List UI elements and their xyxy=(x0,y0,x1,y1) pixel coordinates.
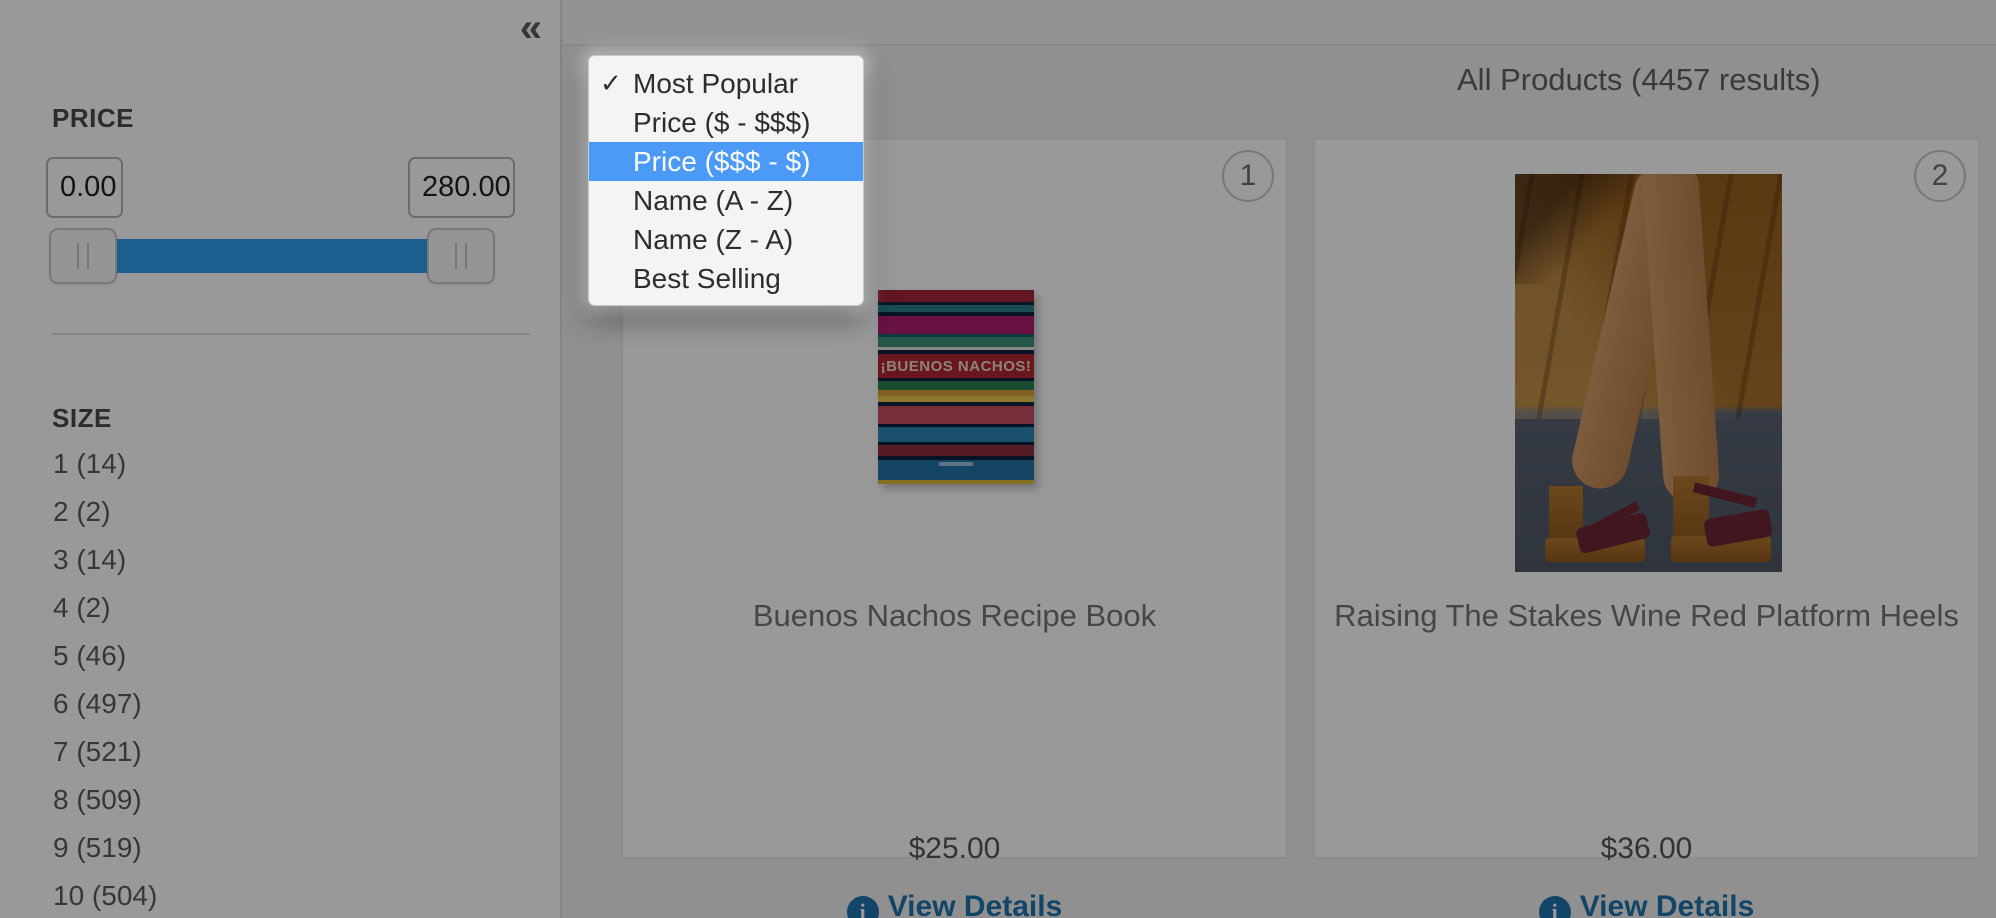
sort-option-name-asc[interactable]: Name (A - Z) xyxy=(589,181,863,220)
sort-option-price-desc[interactable]: Price ($$$ - $) xyxy=(589,142,863,181)
sort-option-most-popular[interactable]: ✓Most Popular xyxy=(589,64,863,103)
sort-dropdown-menu: ✓Most Popular Price ($ - $$$) Price ($$$… xyxy=(588,55,864,306)
sort-option-best-selling[interactable]: Best Selling xyxy=(589,259,863,298)
sort-option-price-asc[interactable]: Price ($ - $$$) xyxy=(589,103,863,142)
sort-option-name-desc[interactable]: Name (Z - A) xyxy=(589,220,863,259)
checkmark-icon: ✓ xyxy=(600,64,622,103)
dropdown-dim-overlay[interactable] xyxy=(0,0,1996,918)
